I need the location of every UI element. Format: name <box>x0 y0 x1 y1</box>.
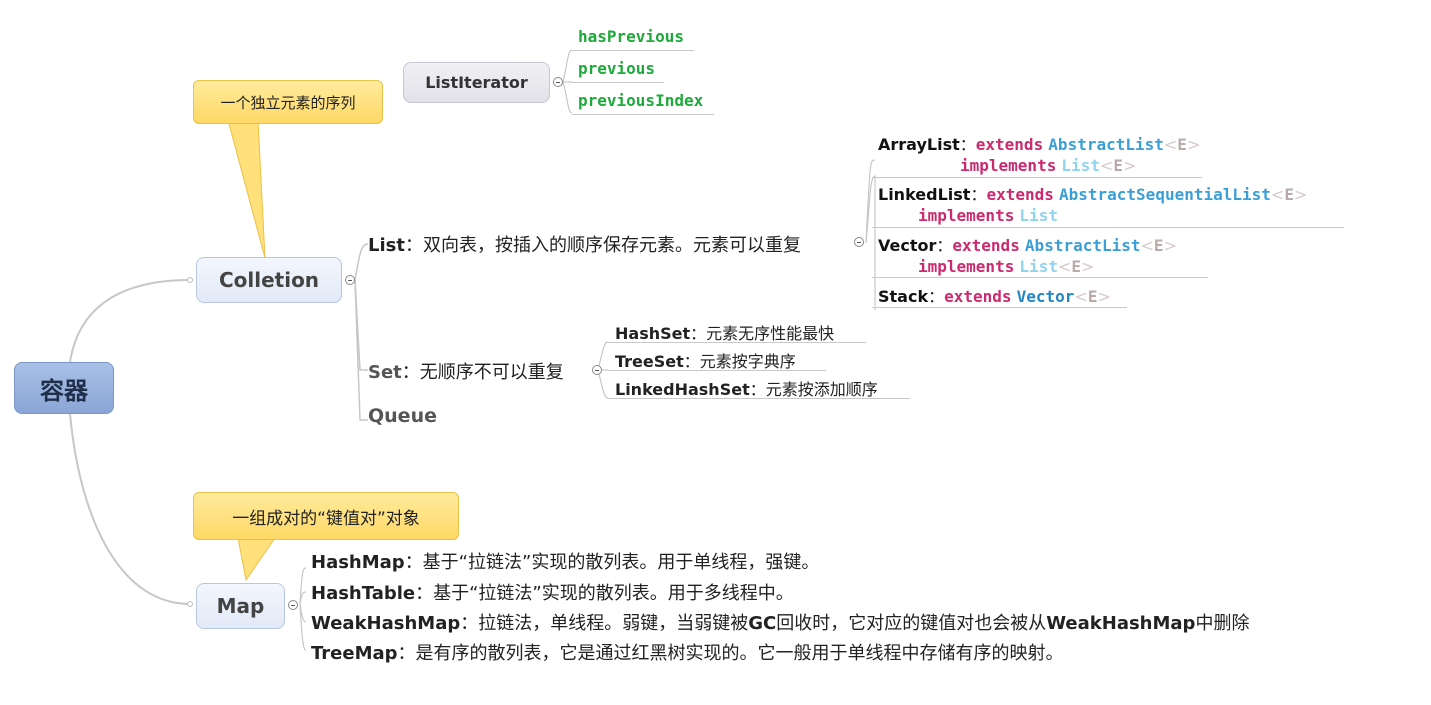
class-name: HashSet <box>615 324 691 343</box>
class-desc: ：元素按字典序 <box>683 352 796 371</box>
class-desc: ：基于“拉链法”实现的散列表。用于多线程中。 <box>415 583 794 604</box>
set-label: Set <box>368 362 402 383</box>
class-name: HashTable <box>311 583 416 604</box>
queue-node[interactable]: Queue <box>368 405 437 427</box>
type-name: List <box>1061 156 1100 175</box>
link-listiterator-methods <box>562 49 573 114</box>
class-name: LinkedHashSet <box>615 380 750 399</box>
separator: ： <box>936 236 953 255</box>
hashtable-node[interactable]: HashTable：基于“拉链法”实现的散列表。用于多线程中。 <box>311 579 794 605</box>
keyword-extends: extends <box>952 236 1020 255</box>
map-node[interactable]: Map <box>196 583 285 629</box>
connector-dot <box>187 601 193 607</box>
root-node[interactable]: 容器 <box>14 362 114 414</box>
class-desc: ：元素按添加顺序 <box>749 380 878 399</box>
generic-param: E <box>1113 156 1123 175</box>
generic-param: E <box>1153 236 1164 255</box>
note-pointer-map <box>237 537 276 582</box>
class-desc: 回收时，它对应的键值对也会被从 <box>776 613 1047 634</box>
underline <box>572 114 714 115</box>
link-collection-queue <box>354 279 368 421</box>
class-name: WeakHashMap <box>1046 613 1196 634</box>
class-desc: ：元素无序性能最快 <box>690 324 835 343</box>
type-name: Vector <box>1016 287 1075 306</box>
link-collection-list <box>354 243 369 281</box>
generic-param: E <box>1177 135 1187 154</box>
mind-map-canvas: 容器 Colletion 一个独立元素的序列 ListIterator hasP… <box>0 0 1431 705</box>
set-node[interactable]: Set：无顺序不可以重复 <box>368 358 564 384</box>
underline <box>608 370 826 371</box>
class-desc: ：是有序的散列表，它是通过红黑树实现的。它一般用于单线程中存储有序的映射。 <box>397 643 1064 664</box>
weakhashmap-node[interactable]: WeakHashMap：拉链法，单线程。弱键，当弱键被GC回收时，它对应的键值对… <box>311 609 1249 635</box>
underline <box>608 342 866 343</box>
gc-term: GC <box>748 613 777 634</box>
link-map-children <box>299 567 307 651</box>
class-desc: ：基于“拉链法”实现的散列表。用于单线程，强键。 <box>404 552 820 573</box>
link-root-map <box>69 413 191 605</box>
link-root-collection <box>69 279 191 363</box>
class-name: LinkedList <box>878 185 971 204</box>
method-has-previous: hasPrevious <box>578 27 684 46</box>
type-name: AbstractSequentialList <box>1058 185 1271 204</box>
list-label: List <box>368 235 405 256</box>
keyword-extends: extends <box>986 185 1054 204</box>
underline <box>872 277 1208 278</box>
listiterator-node[interactable]: ListIterator <box>403 62 550 103</box>
map-note: 一组成对的“键值对”对象 <box>193 492 459 540</box>
stack-node[interactable]: Stack：extends Vector<E> <box>878 286 1111 307</box>
treemap-node[interactable]: TreeMap：是有序的散列表，它是通过红黑树实现的。它一般用于单线程中存储有序… <box>311 639 1064 665</box>
method-previous-index: previousIndex <box>578 91 704 110</box>
class-name: TreeMap <box>311 643 398 664</box>
collection-node[interactable]: Colletion <box>196 257 342 303</box>
keyword-implements: implements <box>918 257 1015 276</box>
class-name: HashMap <box>311 552 405 573</box>
class-name: Vector <box>878 236 937 255</box>
collapse-toggle-icon[interactable] <box>553 77 563 87</box>
link-list-children <box>865 159 876 310</box>
generic-param: E <box>1284 185 1294 204</box>
linkedhashset-node[interactable]: LinkedHashSet：元素按添加顺序 <box>615 376 878 400</box>
underline <box>872 307 1127 308</box>
separator: ： <box>970 185 987 204</box>
type-name: AbstractList <box>1024 236 1141 255</box>
collapse-toggle-icon[interactable] <box>288 600 298 610</box>
underline <box>872 227 1344 228</box>
separator: ： <box>959 135 976 154</box>
keyword-implements: implements <box>918 206 1015 225</box>
collapse-toggle-icon[interactable] <box>345 275 355 285</box>
class-desc: ：拉链法，单线程。弱键，当弱键被 <box>460 613 749 634</box>
type-name: AbstractList <box>1048 135 1164 154</box>
underline <box>608 398 910 399</box>
collapse-toggle-icon[interactable] <box>592 365 602 375</box>
type-name: List <box>1019 257 1058 276</box>
keyword-implements: implements <box>960 156 1057 175</box>
keyword-extends: extends <box>975 135 1044 154</box>
hashset-node[interactable]: HashSet：元素无序性能最快 <box>615 320 834 344</box>
class-name: ArrayList <box>878 135 960 154</box>
underline <box>572 82 664 83</box>
method-previous: previous <box>578 59 656 78</box>
keyword-extends: extends <box>944 287 1012 306</box>
hashmap-node[interactable]: HashMap：基于“拉链法”实现的散列表。用于单线程，强键。 <box>311 548 819 574</box>
set-desc: ：无顺序不可以重复 <box>401 362 564 383</box>
vector-node[interactable]: Vector：extends AbstractList<E> implement… <box>878 235 1177 277</box>
class-desc: 中删除 <box>1195 613 1250 634</box>
connector-dot <box>187 277 193 283</box>
note-pointer-collection <box>227 119 266 259</box>
list-desc: ：双向表，按插入的顺序保存元素。元素可以重复 <box>404 235 801 256</box>
arraylist-node[interactable]: ArrayList：extends AbstractList<E> implem… <box>878 134 1200 176</box>
linkedlist-node[interactable]: LinkedList：extends AbstractSequentialLis… <box>878 184 1307 226</box>
collection-note: 一个独立元素的序列 <box>193 80 383 124</box>
generic-param: E <box>1071 257 1081 276</box>
collapse-toggle-icon[interactable] <box>854 237 864 247</box>
list-node[interactable]: List：双向表，按插入的顺序保存元素。元素可以重复 <box>368 231 801 257</box>
treeset-node[interactable]: TreeSet：元素按字典序 <box>615 348 796 372</box>
class-name: WeakHashMap <box>311 613 461 634</box>
separator: ： <box>928 287 945 306</box>
class-name: Stack <box>878 287 929 306</box>
underline <box>872 177 1202 178</box>
underline <box>572 50 694 51</box>
type-name: List <box>1019 206 1058 225</box>
class-name: TreeSet <box>615 352 684 371</box>
